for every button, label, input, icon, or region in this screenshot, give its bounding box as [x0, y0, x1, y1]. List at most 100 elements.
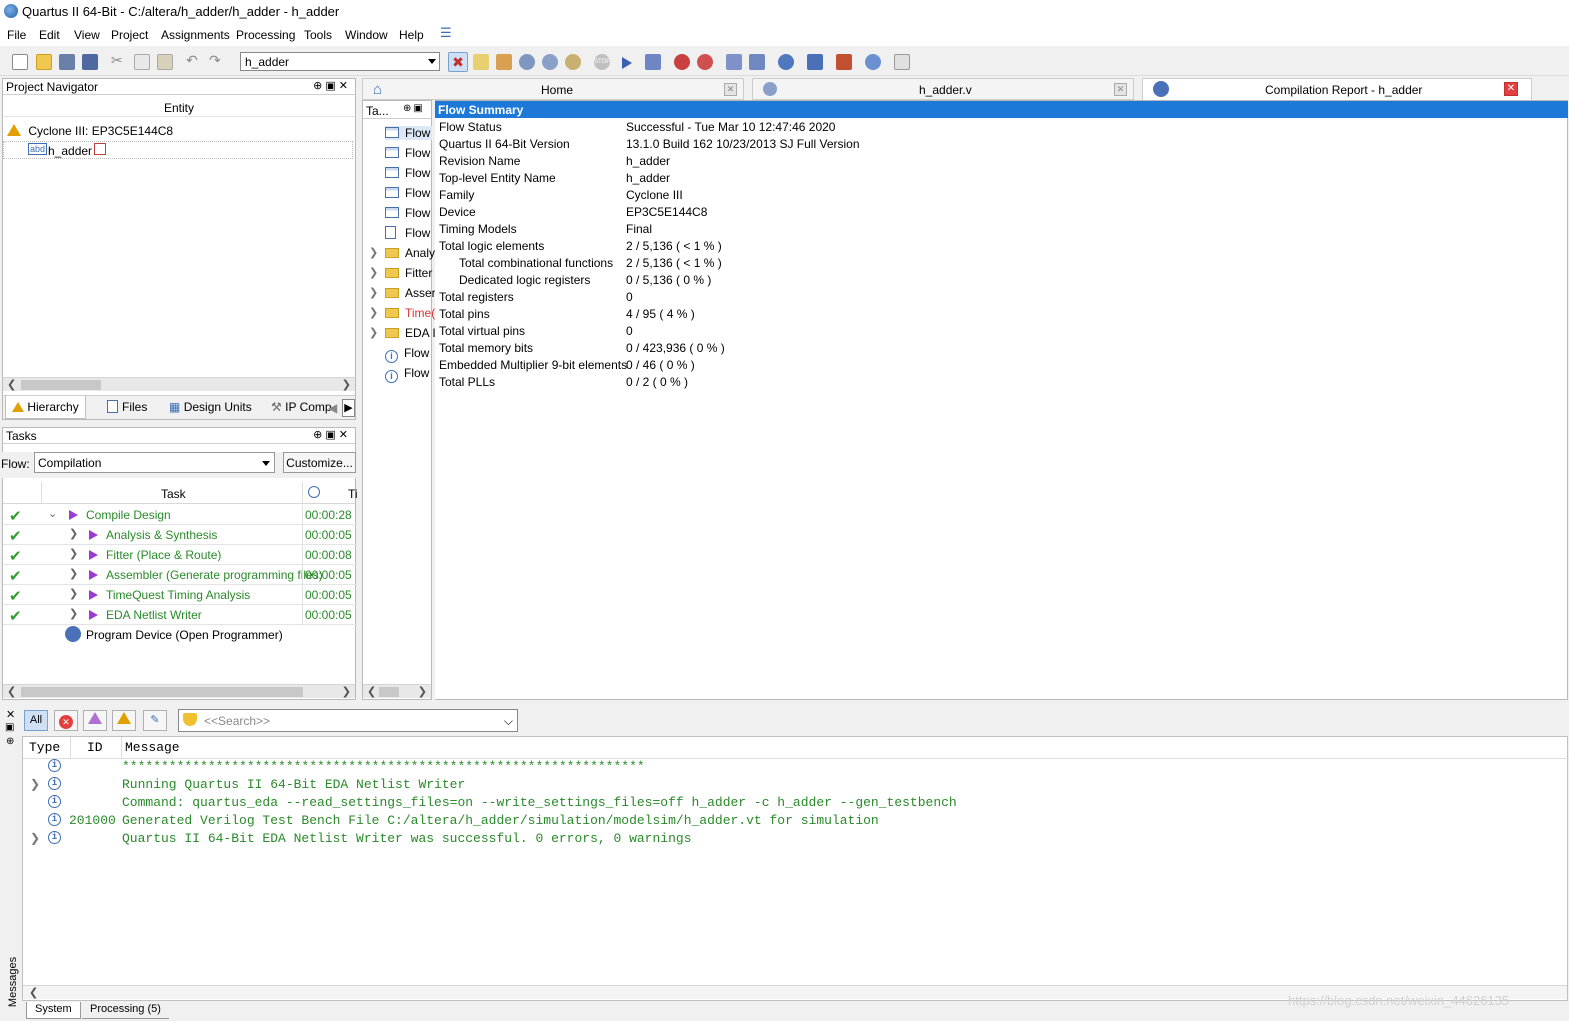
scroll-left-icon[interactable]: ❮	[29, 986, 38, 999]
menu-project[interactable]: Project	[111, 28, 148, 42]
chevron-right-icon[interactable]: ❯	[369, 246, 378, 259]
message-row[interactable]: ❯ i Quartus II 64-Bit EDA Netlist Writer w…	[24, 830, 1564, 848]
task-row[interactable]: ✔ ❯ TimeQuest Timing Analysis 00:00:05	[3, 585, 357, 605]
tasks-hscroll[interactable]: ❮ ❯	[3, 684, 355, 698]
chevron-right-icon[interactable]: ❯	[30, 831, 40, 845]
message-row[interactable]: i ***************************************…	[24, 758, 1564, 776]
chevron-right-icon[interactable]: ❯	[69, 527, 78, 540]
toc-header-label[interactable]: Ta...	[366, 104, 389, 118]
filter-critical-button[interactable]	[83, 710, 107, 731]
whats-this-icon[interactable]	[894, 54, 910, 70]
save-icon[interactable]	[59, 54, 75, 70]
chevron-down-icon[interactable]: ⌄	[48, 507, 57, 520]
toc-item[interactable]: Flow	[363, 123, 433, 143]
toc-item[interactable]: Flow	[363, 163, 431, 183]
entity-column-header[interactable]: Entity	[3, 97, 355, 117]
chevron-down-icon[interactable]: ⌵	[504, 714, 513, 729]
help-icon[interactable]	[865, 54, 881, 70]
technology-map-icon[interactable]	[749, 54, 765, 70]
tab-files[interactable]: Files	[101, 396, 153, 418]
toc-item[interactable]: i Flow	[363, 363, 431, 383]
toc-item[interactable]: Flow	[363, 223, 431, 243]
new-file-icon[interactable]	[12, 54, 28, 70]
rtl-viewer-icon[interactable]	[726, 54, 742, 70]
timing-analyzer-icon[interactable]	[697, 54, 713, 70]
tab-processing[interactable]: Processing (5)	[82, 1002, 169, 1019]
task-row-program-device[interactable]: Program Device (Open Programmer)	[3, 625, 357, 645]
toc-item[interactable]: ❯ Asser	[363, 283, 436, 303]
col-task-header[interactable]: Task	[161, 487, 186, 501]
menu-processing[interactable]: Processing	[236, 28, 295, 42]
pin-planner-icon[interactable]	[473, 54, 489, 70]
chevron-right-icon[interactable]: ❯	[369, 266, 378, 279]
entity-row[interactable]: abd h_adder	[3, 141, 353, 159]
close-icon[interactable]: ✕	[724, 83, 737, 96]
task-row[interactable]: ✔ ⌄ Compile Design 00:00:28	[3, 505, 357, 525]
float-icon[interactable]: ▣	[5, 722, 14, 733]
col-id-header[interactable]: ID	[87, 740, 103, 755]
signaltap-icon[interactable]	[836, 54, 852, 70]
timequest-icon[interactable]	[674, 54, 690, 70]
settings-icon[interactable]	[542, 54, 558, 70]
toc-item[interactable]: ❯ EDA I	[363, 323, 436, 343]
chip-planner-icon[interactable]: ✖	[448, 52, 468, 72]
toc-item[interactable]: ❯ Fitter	[363, 263, 432, 283]
tab-h-adder-v[interactable]: h_adder.v ✕	[752, 78, 1134, 100]
toc-hscroll[interactable]: ❮ ❯	[363, 684, 431, 698]
message-row[interactable]: i Command: quartus_eda --read_settings_fi…	[24, 794, 1564, 812]
close-icon[interactable]: ✕	[1504, 82, 1518, 96]
tab-system[interactable]: System	[26, 1002, 81, 1019]
menu-window[interactable]: Window	[345, 28, 388, 42]
tab-hierarchy[interactable]: Hierarchy	[5, 396, 86, 419]
filter-all-button[interactable]: All	[24, 710, 48, 731]
device-row[interactable]: Cyclone III: EP3C5E144C8	[7, 124, 173, 138]
col-message-header[interactable]: Message	[125, 740, 180, 755]
start-compilation-icon[interactable]	[622, 57, 632, 69]
cut-icon[interactable]: ✂	[111, 52, 127, 68]
menu-view[interactable]: View	[74, 28, 100, 42]
chevron-right-icon[interactable]: ❯	[69, 607, 78, 620]
tab-scroll-right-icon[interactable]: ▶	[342, 399, 355, 417]
scroll-thumb[interactable]	[379, 687, 399, 697]
close-icon[interactable]: ✕	[6, 708, 15, 721]
tab-design-units[interactable]: ▦ Design Units	[163, 396, 258, 418]
tab-compilation-report[interactable]: Compilation Report - h_adder ✕	[1142, 78, 1532, 100]
toc-item[interactable]: Flow	[363, 143, 431, 163]
panel-controls-icon[interactable]: ⊕▣✕	[313, 79, 351, 92]
toc-item[interactable]: Flow	[363, 183, 431, 203]
col-time-header[interactable]: Ti	[348, 487, 358, 501]
chevron-right-icon[interactable]: ❯	[369, 326, 378, 339]
task-row[interactable]: ✔ ❯ Fitter (Place & Route) 00:00:08	[3, 545, 357, 565]
menu-assignments[interactable]: Assignments	[161, 28, 230, 42]
message-row[interactable]: ❯ i Running Quartus II 64-Bit EDA Netlist …	[24, 776, 1564, 794]
chevron-right-icon[interactable]: ❯	[369, 286, 378, 299]
chevron-right-icon[interactable]: ❯	[369, 306, 378, 319]
tab-ip-components[interactable]: ⚒ IP Comp	[265, 396, 338, 418]
chevron-right-icon[interactable]: ❯	[69, 587, 78, 600]
chevron-right-icon[interactable]: ❯	[69, 567, 78, 580]
assignment-editor-icon[interactable]	[519, 54, 535, 70]
scroll-right-icon[interactable]: ❯	[342, 685, 351, 698]
scroll-left-icon[interactable]: ❮	[367, 685, 376, 698]
toc-item[interactable]: Flow	[363, 203, 431, 223]
pin-icon[interactable]: ⊕	[6, 736, 14, 747]
start-analysis-icon[interactable]	[645, 54, 661, 70]
message-search-input[interactable]: <<Search>> ⌵	[178, 709, 518, 732]
copy-icon[interactable]	[134, 54, 150, 70]
scroll-left-icon[interactable]: ❮	[7, 685, 16, 698]
navigator-hscroll[interactable]: ❮ ❯	[3, 377, 355, 391]
timing-assign-icon[interactable]	[496, 54, 512, 70]
panel-controls-icon[interactable]: ⊕▣✕	[313, 428, 351, 441]
redo-icon[interactable]: ↷	[209, 52, 225, 68]
programmer-icon[interactable]	[807, 54, 823, 70]
menu-edit[interactable]: Edit	[39, 28, 60, 42]
filter-errors-button[interactable]: ✕	[54, 710, 78, 731]
scroll-thumb[interactable]	[21, 687, 303, 697]
open-folder-icon[interactable]	[36, 54, 52, 70]
chip-planner-tool-icon[interactable]	[778, 54, 794, 70]
message-row[interactable]: i 201000 Generated Verilog Test Bench File…	[24, 812, 1564, 830]
chevron-right-icon[interactable]: ❯	[69, 547, 78, 560]
design-partition-icon[interactable]	[565, 54, 581, 70]
toc-item[interactable]: ❯ Time(	[363, 303, 435, 323]
customize-button[interactable]: Customize...	[283, 452, 356, 473]
